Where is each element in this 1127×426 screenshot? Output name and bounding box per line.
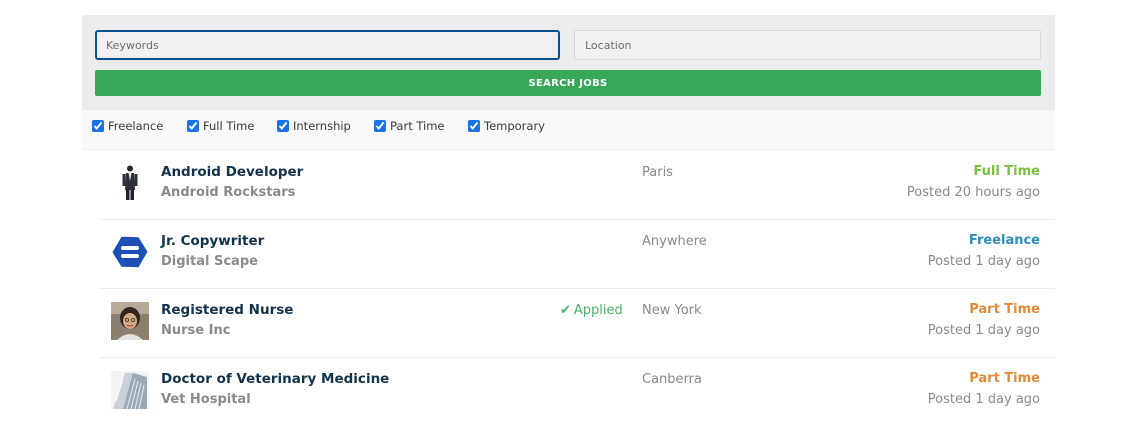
keywords-input[interactable] bbox=[95, 30, 560, 60]
nurse-portrait-logo-icon bbox=[111, 302, 149, 340]
job-title[interactable]: Doctor of Veterinary Medicine bbox=[161, 371, 389, 387]
company-name: Android Rockstars bbox=[161, 185, 296, 200]
location-input[interactable] bbox=[574, 30, 1041, 60]
job-title[interactable]: Android Developer bbox=[161, 164, 303, 180]
job-location: Paris bbox=[642, 165, 673, 180]
search-panel: SEARCH JOBS bbox=[82, 15, 1055, 110]
filter-internship[interactable]: Internship bbox=[277, 119, 351, 133]
job-listing[interactable]: Jr. Copywriter Digital Scape Anywhere Fr… bbox=[100, 219, 1055, 289]
job-type-badge: Freelance bbox=[968, 233, 1040, 248]
company-name: Nurse Inc bbox=[161, 323, 231, 338]
businessman-logo-icon bbox=[111, 164, 149, 202]
posted-time: Posted 20 hours ago bbox=[906, 185, 1040, 200]
filter-label: Temporary bbox=[484, 119, 545, 133]
filter-full-time[interactable]: Full Time bbox=[187, 119, 254, 133]
job-location: Anywhere bbox=[642, 234, 707, 249]
filter-freelance[interactable]: Freelance bbox=[92, 119, 163, 133]
company-name: Vet Hospital bbox=[161, 392, 251, 407]
job-listing[interactable]: Doctor of Veterinary Medicine Vet Hospit… bbox=[100, 357, 1055, 426]
job-location: Canberra bbox=[642, 372, 702, 387]
filter-label: Full Time bbox=[203, 119, 255, 133]
applied-label: Applied bbox=[573, 303, 623, 318]
job-type-filters: Freelance Full Time Internship Part Time… bbox=[82, 110, 1055, 150]
filter-label: Part Time bbox=[390, 119, 445, 133]
job-type-badge: Part Time bbox=[969, 302, 1040, 317]
digital-scape-logo-icon bbox=[111, 233, 149, 271]
building-logo-icon bbox=[111, 371, 149, 410]
filter-label: Internship bbox=[293, 119, 351, 133]
filter-part-time[interactable]: Part Time bbox=[374, 119, 445, 133]
filter-temporary[interactable]: Temporary bbox=[468, 119, 545, 133]
job-type-badge: Full Time bbox=[973, 164, 1040, 179]
applied-badge: ✔ Applied bbox=[560, 303, 623, 318]
checkmark-icon: ✔ bbox=[560, 303, 571, 318]
filter-freelance-checkbox[interactable] bbox=[92, 120, 104, 132]
posted-time: Posted 1 day ago bbox=[927, 323, 1040, 338]
search-jobs-button[interactable]: SEARCH JOBS bbox=[95, 70, 1041, 96]
posted-time: Posted 1 day ago bbox=[927, 392, 1040, 407]
filter-internship-checkbox[interactable] bbox=[277, 120, 289, 132]
job-type-badge: Part Time bbox=[969, 371, 1040, 386]
job-listing[interactable]: Registered Nurse Nurse Inc ✔ Applied New … bbox=[100, 288, 1055, 358]
company-name: Digital Scape bbox=[161, 254, 258, 269]
job-listing[interactable]: Android Developer Android Rockstars Pari… bbox=[100, 150, 1055, 220]
posted-time: Posted 1 day ago bbox=[927, 254, 1040, 269]
filter-part-time-checkbox[interactable] bbox=[374, 120, 386, 132]
filter-label: Freelance bbox=[108, 119, 164, 133]
job-title[interactable]: Jr. Copywriter bbox=[161, 233, 264, 249]
filter-full-time-checkbox[interactable] bbox=[187, 120, 199, 132]
job-title[interactable]: Registered Nurse bbox=[161, 302, 293, 318]
filter-temporary-checkbox[interactable] bbox=[468, 120, 480, 132]
job-location: New York bbox=[642, 303, 702, 318]
